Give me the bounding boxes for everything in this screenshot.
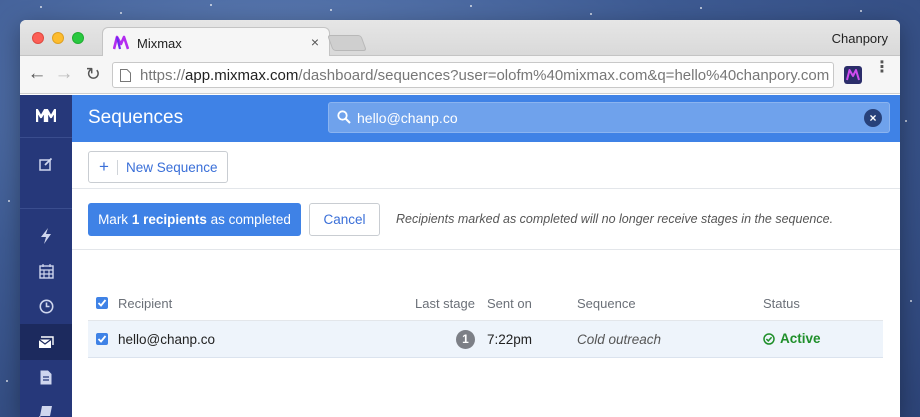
window-minimize-button[interactable] — [52, 32, 64, 44]
window-maximize-button[interactable] — [72, 32, 84, 44]
column-header-status[interactable]: Status — [763, 296, 800, 311]
table-row[interactable]: hello@chanp.co 1 7:22pm Cold outreach Ac… — [88, 321, 883, 358]
forward-arrow-icon[interactable]: → — [53, 63, 75, 85]
sequence-toolbar: + New Sequence — [72, 142, 900, 189]
last-stage-badge: 1 — [456, 330, 475, 349]
row-checkbox[interactable] — [96, 333, 108, 345]
mixmax-extension-icon[interactable] — [844, 66, 862, 84]
main-panel: Sequences hello@chanp.co × + New Sequenc… — [72, 95, 900, 417]
mixmax-app: Sequences hello@chanp.co × + New Sequenc… — [20, 95, 900, 417]
status-text: Active — [780, 331, 821, 346]
clear-search-icon[interactable]: × — [864, 109, 882, 127]
mark-count: 1 recipients — [131, 212, 207, 227]
address-bar[interactable]: https://app.mixmax.com/dashboard/sequenc… — [112, 62, 834, 88]
mixmax-logo-icon[interactable] — [20, 95, 72, 137]
url-scheme: https:// — [140, 67, 186, 84]
search-input[interactable]: hello@chanp.co × — [328, 102, 890, 133]
new-tab-button[interactable] — [327, 35, 367, 51]
sent-on-time: 7:22pm — [487, 332, 533, 347]
plus-icon: + — [99, 157, 109, 176]
reload-icon[interactable]: ↻ — [82, 63, 104, 85]
lightning-icon[interactable] — [20, 218, 72, 254]
sidebar — [20, 95, 72, 417]
browser-profile-name[interactable]: Chanpory — [832, 31, 888, 46]
sequences-icon[interactable] — [20, 324, 72, 360]
compose-icon[interactable] — [20, 146, 72, 182]
select-all-checkbox[interactable] — [96, 297, 108, 309]
check-circle-icon — [763, 332, 775, 345]
sidebar-divider — [20, 137, 72, 138]
search-value[interactable]: hello@chanp.co — [357, 110, 458, 126]
mark-prefix: Mark — [98, 212, 129, 227]
url-path: /dashboard/sequences?user=olofm%40mixmax… — [298, 67, 830, 84]
bulk-action-bar: Mark 1 recipients as completed Cancel Re… — [72, 189, 900, 250]
mixmax-favicon-icon — [113, 35, 129, 50]
sidebar-divider — [20, 208, 72, 209]
status-badge: Active — [763, 331, 821, 346]
new-sequence-button[interactable]: + New Sequence — [88, 151, 228, 183]
mark-completed-button[interactable]: Mark 1 recipients as completed — [88, 203, 301, 236]
url-text[interactable]: https://app.mixmax.com/dashboard/sequenc… — [140, 67, 829, 84]
search-icon — [337, 110, 351, 124]
clock-icon[interactable] — [20, 288, 72, 324]
browser-menu-icon[interactable]: ⋮ — [874, 60, 890, 76]
browser-tab-mixmax[interactable]: Mixmax × — [102, 27, 330, 57]
new-sequence-label: New Sequence — [126, 160, 218, 175]
tab-strip: Mixmax × Chanpory — [20, 20, 900, 57]
mark-suffix: as completed — [210, 212, 291, 227]
page-title: Sequences — [88, 107, 184, 128]
column-header-sequence[interactable]: Sequence — [577, 296, 636, 311]
document-icon[interactable] — [20, 359, 72, 395]
browser-toolbar: ← → ↻ https://app.mixmax.com/dashboard/s… — [20, 56, 900, 94]
column-header-last-stage[interactable]: Last stage — [415, 296, 475, 311]
column-header-sent-on[interactable]: Sent on — [487, 296, 532, 311]
sequence-name[interactable]: Cold outreach — [577, 332, 661, 347]
calendar-icon[interactable] — [20, 253, 72, 289]
table-header: Recipient Last stage Sent on Sequence St… — [88, 284, 883, 321]
column-header-recipient[interactable]: Recipient — [118, 296, 172, 311]
tab-title: Mixmax — [137, 36, 182, 51]
page-header: Sequences hello@chanp.co × — [72, 95, 900, 142]
back-arrow-icon[interactable]: ← — [26, 63, 48, 85]
book-icon[interactable] — [20, 394, 72, 417]
browser-window: Mixmax × Chanpory ← → ↻ https://app.mixm… — [20, 20, 900, 417]
recipient-email[interactable]: hello@chanp.co — [118, 332, 215, 347]
window-close-button[interactable] — [32, 32, 44, 44]
cancel-button[interactable]: Cancel — [309, 203, 380, 236]
tab-close-icon[interactable]: × — [311, 34, 319, 50]
button-divider — [117, 160, 118, 175]
url-host: app.mixmax.com — [185, 67, 299, 84]
page-icon — [120, 69, 131, 82]
bulk-action-note: Recipients marked as completed will no l… — [396, 212, 834, 226]
